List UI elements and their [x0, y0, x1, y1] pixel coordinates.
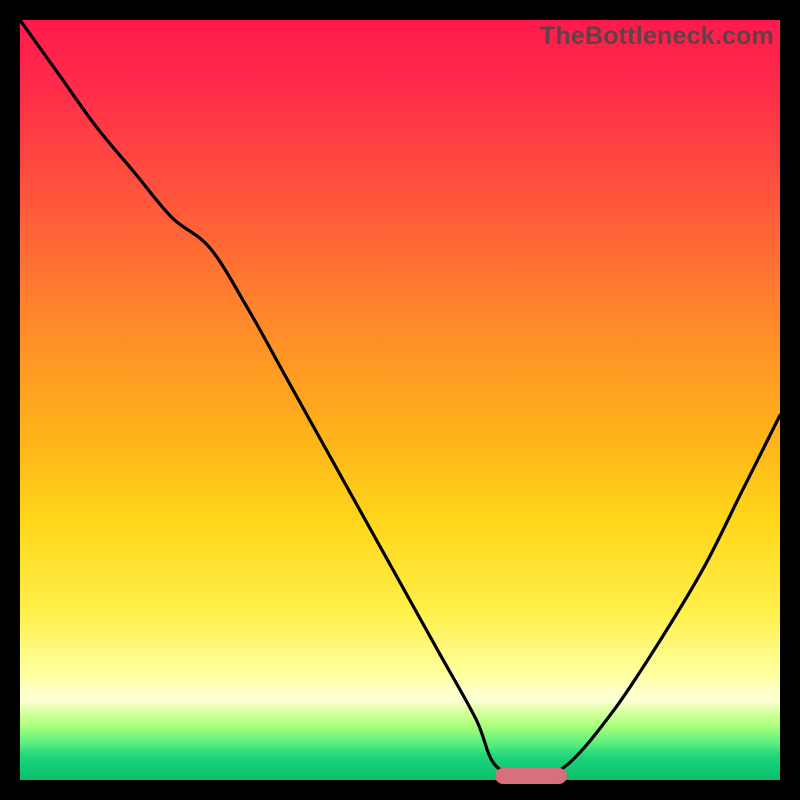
bottleneck-curve [20, 20, 780, 780]
curve-overlay [20, 20, 780, 780]
optimal-range-marker [495, 768, 567, 784]
plot-frame: TheBottleneck.com [20, 20, 780, 780]
